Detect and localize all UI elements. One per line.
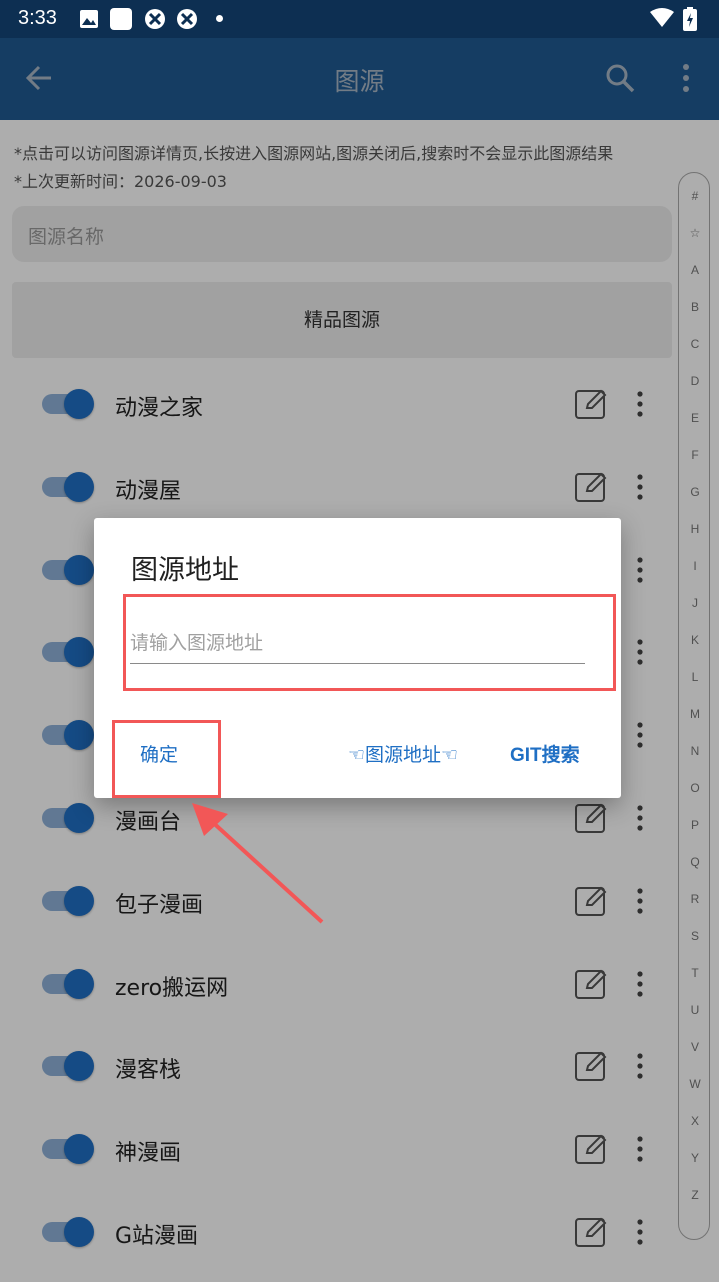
battery-icon bbox=[683, 7, 697, 31]
sync-notification-icon-2 bbox=[177, 9, 197, 29]
image-notification-icon bbox=[80, 10, 98, 28]
sync-notification-icon bbox=[145, 9, 165, 29]
dialog-title: 图源地址 bbox=[131, 555, 239, 586]
source-address-button[interactable]: ☜图源地址☜ bbox=[348, 740, 458, 767]
git-search-button[interactable]: GIT搜索 bbox=[510, 740, 580, 767]
highlight-confirm-box bbox=[112, 720, 221, 798]
wifi-icon bbox=[650, 8, 674, 27]
status-time: 3:33 bbox=[18, 7, 57, 29]
more-notifications-dot bbox=[216, 15, 223, 22]
highlight-input-box bbox=[123, 594, 616, 691]
app-notification-icon bbox=[110, 8, 132, 30]
status-bar: 3:33 bbox=[0, 0, 719, 38]
